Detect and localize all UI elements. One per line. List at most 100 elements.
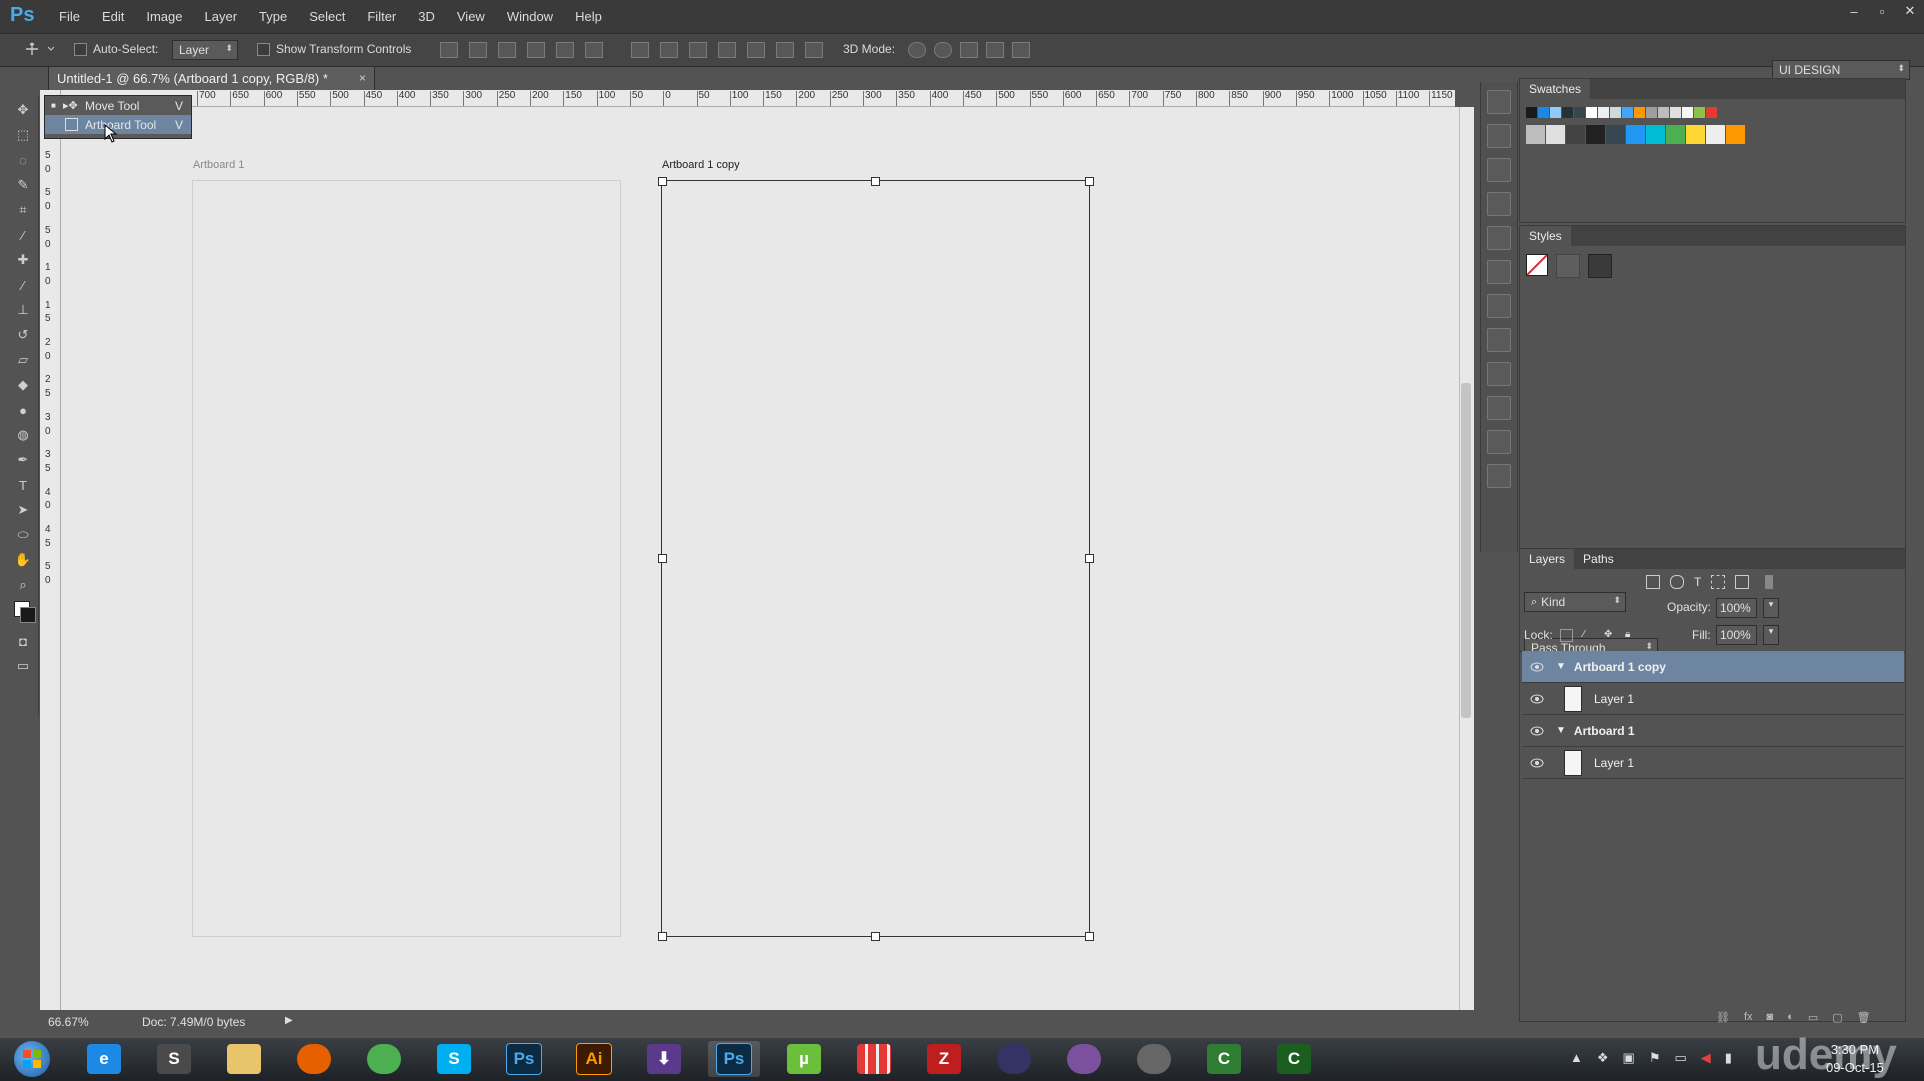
layer-row-layer-1[interactable]: Layer 1	[1522, 683, 1904, 715]
taskbar-app-button[interactable]	[848, 1041, 900, 1077]
notes-panel-icon[interactable]	[1487, 362, 1511, 386]
tab-swatches[interactable]: Swatches	[1520, 79, 1591, 99]
paint-bucket-tool-icon[interactable]: ◆	[12, 374, 34, 396]
show-transform-checkbox[interactable]	[257, 43, 270, 56]
lock-position-icon[interactable]: ✥	[1604, 629, 1615, 640]
adjustment-layer-icon[interactable]: ◐	[1787, 1011, 1794, 1024]
taskbar-app-button[interactable]: S	[148, 1041, 200, 1077]
color-swatch[interactable]	[1706, 125, 1725, 144]
filter-toggle-icon[interactable]	[1765, 575, 1774, 589]
eyedropper-tool-icon[interactable]: ⁄	[12, 224, 34, 246]
tray-dropbox-icon[interactable]: ❖	[1597, 1050, 1609, 1066]
color-swatch[interactable]	[1550, 107, 1561, 118]
auto-select-checkbox[interactable]	[74, 43, 87, 56]
transform-handle[interactable]	[1085, 932, 1094, 941]
transform-handle[interactable]	[1085, 177, 1094, 186]
vertical-scroll-thumb[interactable]	[1461, 383, 1471, 718]
distribute-top-icon[interactable]	[631, 42, 649, 58]
transform-handle[interactable]	[871, 932, 880, 941]
color-swatch[interactable]	[1670, 107, 1681, 118]
color-swatch[interactable]	[1626, 125, 1645, 144]
taskbar-app-button[interactable]	[288, 1041, 340, 1077]
zoom-tool-icon[interactable]: ⌕	[12, 574, 34, 596]
taskbar-app-button[interactable]: µ	[778, 1041, 830, 1077]
new-group-icon[interactable]: ▭	[1808, 1011, 1818, 1024]
opacity-slider-button[interactable]: ▾	[1763, 598, 1779, 618]
stamp-tool-icon[interactable]: ⊥	[12, 299, 34, 321]
filter-smart-object-icon[interactable]	[1735, 575, 1750, 589]
taskbar-app-button[interactable]: Ps	[498, 1041, 550, 1077]
taskbar-app-button[interactable]: ⬇	[638, 1041, 690, 1077]
lock-all-icon[interactable]: 🔒︎	[1625, 629, 1636, 640]
brush-tool-icon[interactable]: ∕	[12, 274, 34, 296]
tab-styles[interactable]: Styles	[1520, 226, 1571, 246]
color-swatch[interactable]	[1610, 107, 1621, 118]
status-menu-arrow-icon[interactable]: ▶	[285, 1015, 293, 1026]
color-swatch[interactable]	[1666, 125, 1685, 144]
tray-display-icon[interactable]: ▭	[1674, 1050, 1686, 1066]
quick-mask-icon[interactable]: ◘	[12, 630, 34, 652]
taskbar-app-button[interactable]	[218, 1041, 270, 1077]
transform-handle[interactable]	[1085, 554, 1094, 563]
kind-filter-dropdown[interactable]: ⌕ Kind ⬍	[1524, 592, 1626, 612]
3d-drag-icon[interactable]	[960, 42, 978, 58]
crop-tool-icon[interactable]: ⌗	[12, 199, 34, 221]
artboard-1-label[interactable]: Artboard 1	[193, 159, 244, 171]
color-swatch[interactable]	[1566, 125, 1585, 144]
filter-shape-icon[interactable]	[1711, 575, 1726, 589]
dodge-tool-icon[interactable]: ◍	[12, 424, 34, 446]
actions-panel-icon[interactable]	[1487, 124, 1511, 148]
marquee-tool-icon[interactable]: ⬚	[12, 124, 34, 146]
color-swatch[interactable]	[1538, 107, 1549, 118]
filter-adjustment-icon[interactable]	[1670, 575, 1684, 589]
menu-select[interactable]: Select	[298, 9, 356, 24]
taskbar-app-button[interactable]: C	[1198, 1041, 1250, 1077]
move-tool-icon[interactable]: ✥	[12, 99, 34, 121]
link-layers-icon[interactable]: ⛓	[1716, 1011, 1730, 1024]
color-swatch[interactable]	[1658, 107, 1669, 118]
lock-transparent-icon[interactable]	[1560, 629, 1573, 642]
color-swatch[interactable]	[1694, 107, 1705, 118]
taskbar-app-button[interactable]	[988, 1041, 1040, 1077]
expand-triangle-icon[interactable]: ▼	[1556, 661, 1566, 672]
color-swatch[interactable]	[1606, 125, 1625, 144]
color-swatches-icon[interactable]	[12, 599, 36, 627]
align-left-icon[interactable]	[527, 42, 545, 58]
3d-roll-icon[interactable]	[934, 42, 952, 58]
align-bottom-icon[interactable]	[498, 42, 516, 58]
expand-triangle-icon[interactable]: ▼	[1556, 725, 1566, 736]
histogram-panel-icon[interactable]	[1487, 294, 1511, 318]
layer-row-artboard-1[interactable]: ▼ Artboard 1	[1522, 715, 1904, 747]
fill-field[interactable]: 100%	[1716, 625, 1757, 645]
3d-scale-icon[interactable]	[1012, 42, 1030, 58]
fx-icon[interactable]: fx	[1744, 1011, 1753, 1024]
ellipse-tool-icon[interactable]: ⬭	[12, 524, 34, 546]
align-hcenter-icon[interactable]	[556, 42, 574, 58]
add-mask-icon[interactable]: ◙	[1767, 1011, 1774, 1024]
visibility-eye-icon[interactable]	[1530, 724, 1544, 738]
no-style-icon[interactable]	[1526, 254, 1548, 276]
color-swatch[interactable]	[1574, 107, 1585, 118]
artboard-1-copy[interactable]	[661, 180, 1090, 937]
quick-select-tool-icon[interactable]: ✎	[12, 174, 34, 196]
menu-layer[interactable]: Layer	[194, 9, 249, 24]
3d-rotate-icon[interactable]	[908, 42, 926, 58]
taskbar-app-button[interactable]: C	[1268, 1041, 1320, 1077]
close-button[interactable]: ✕	[1896, 0, 1924, 22]
lock-pixels-icon[interactable]: ∕	[1583, 629, 1594, 640]
maximize-button[interactable]: ▫	[1868, 0, 1896, 22]
taskbar-app-button[interactable]: S	[428, 1041, 480, 1077]
menu-view[interactable]: View	[446, 9, 496, 24]
brush-presets-panel-icon[interactable]	[1487, 328, 1511, 352]
color-swatch[interactable]	[1622, 107, 1633, 118]
flyout-item-artboard-tool[interactable]: Artboard Tool V	[45, 115, 191, 134]
properties-panel-icon[interactable]	[1487, 158, 1511, 182]
menu-type[interactable]: Type	[248, 9, 298, 24]
color-swatch[interactable]	[1526, 107, 1537, 118]
minimize-button[interactable]: –	[1840, 0, 1868, 22]
brushes-panel-icon[interactable]	[1487, 396, 1511, 420]
filter-type-icon[interactable]: T	[1694, 575, 1701, 589]
color-swatch[interactable]	[1562, 107, 1573, 118]
menu-filter[interactable]: Filter	[356, 9, 407, 24]
auto-select-dropdown[interactable]: Layer ⬍	[172, 40, 238, 60]
